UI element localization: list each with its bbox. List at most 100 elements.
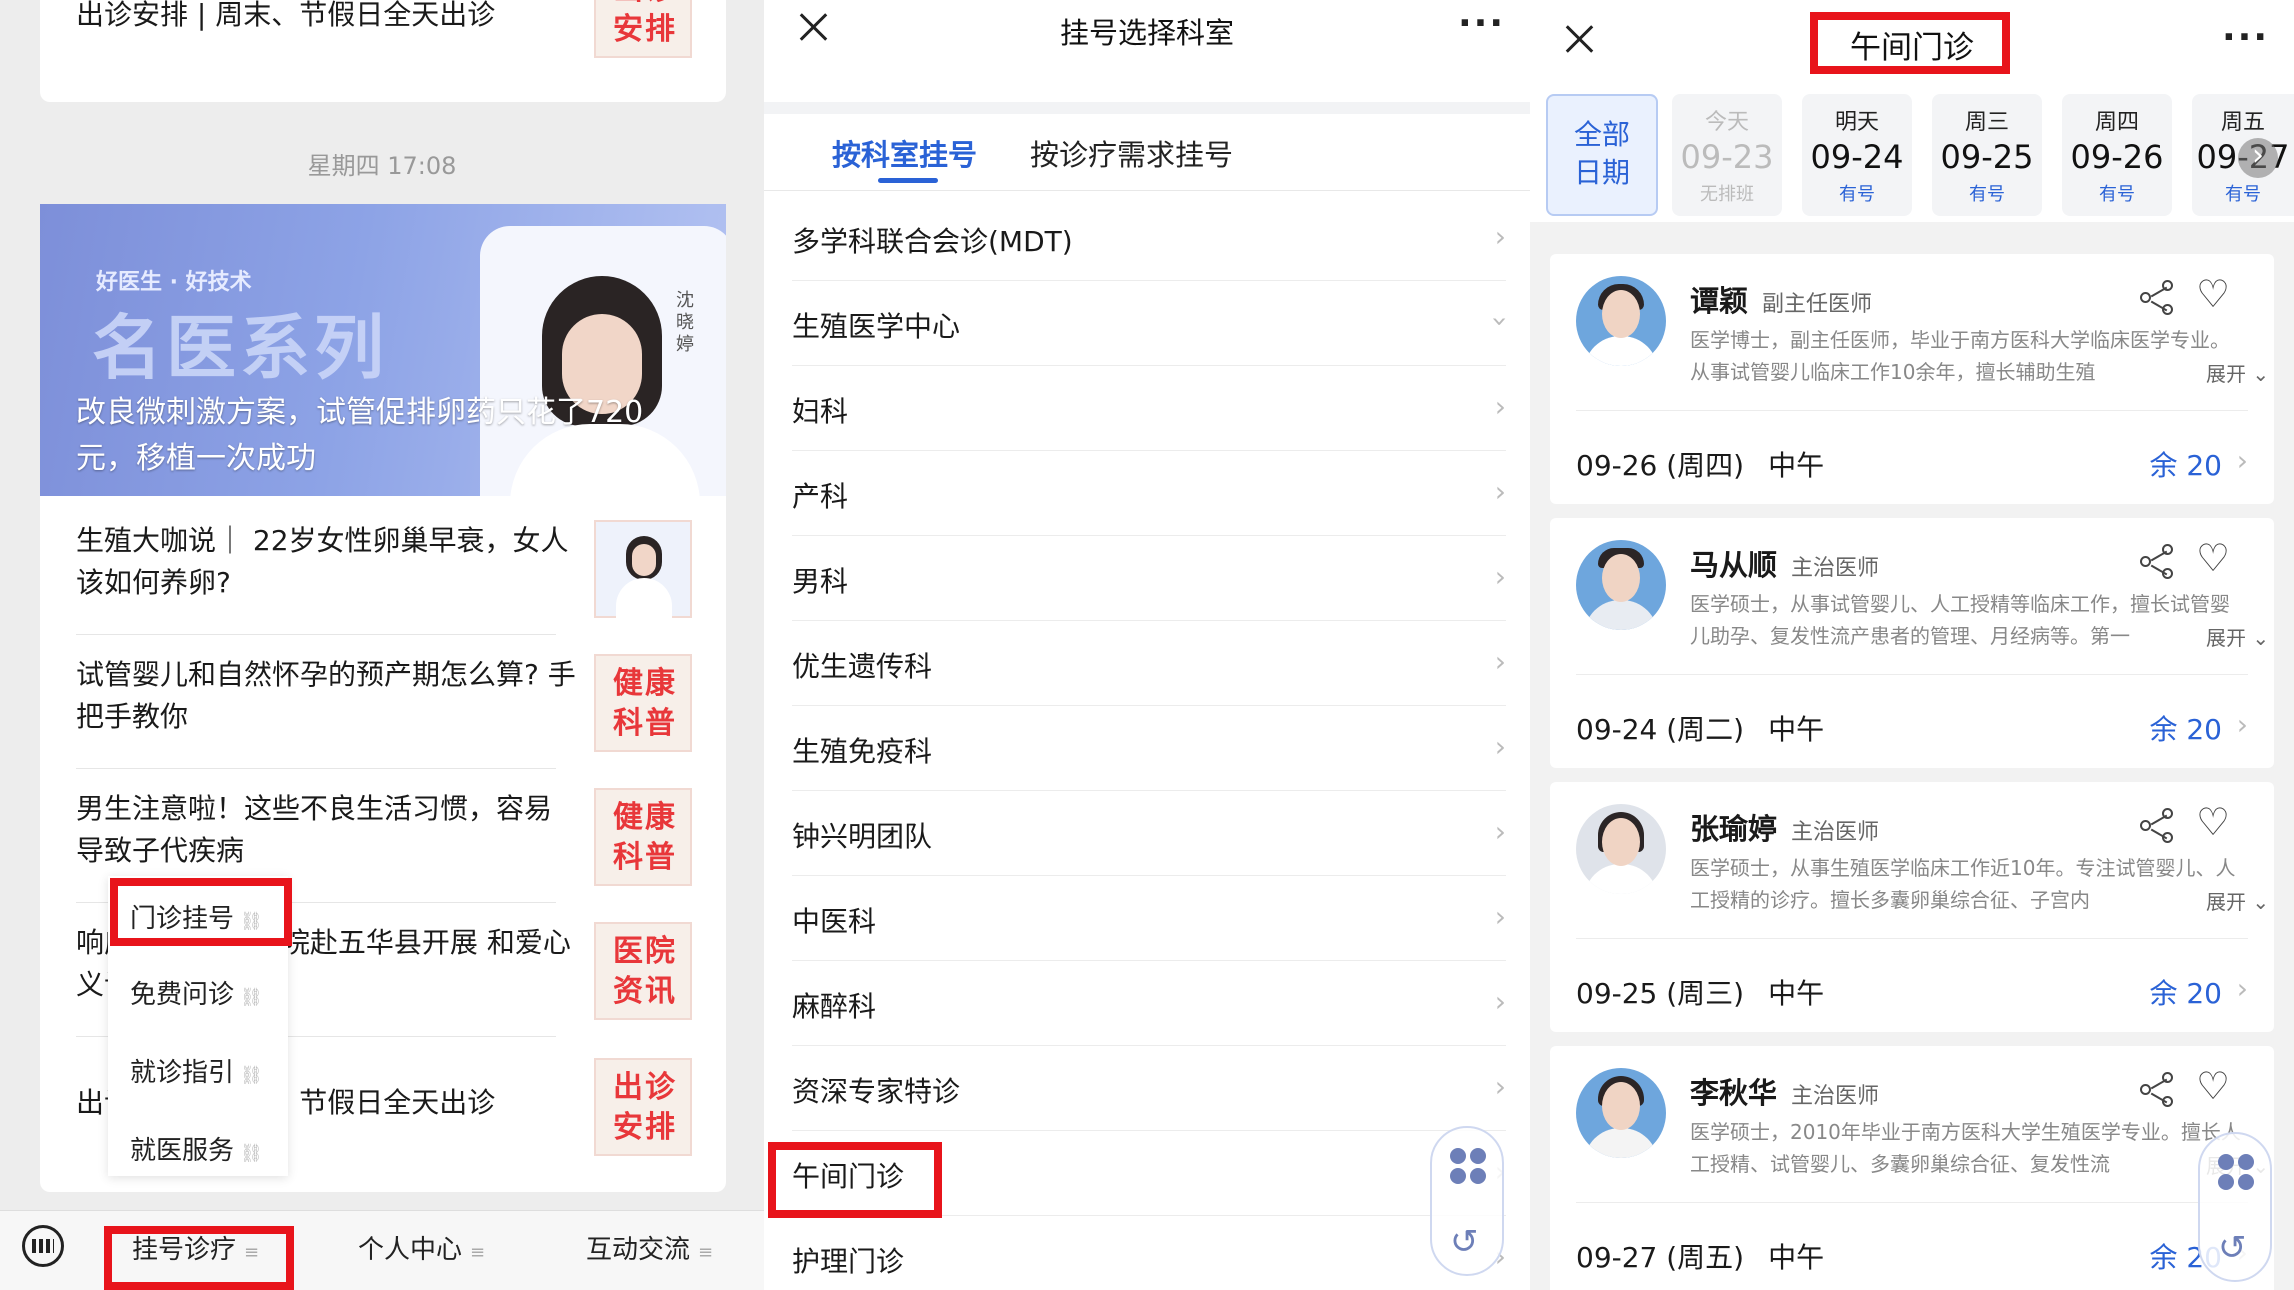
menu-lines-icon: ≡ — [698, 1242, 714, 1263]
nav-bar: 午间门诊 ··· — [1530, 0, 2294, 86]
popup-item-free-consult[interactable]: 免费问诊 ⛓ — [130, 974, 263, 1011]
avatar — [1576, 804, 1666, 894]
list-item[interactable]: 产科 › — [764, 451, 1530, 536]
banner-series-title: 名医系列 — [92, 307, 388, 389]
list-item[interactable]: 麻醉科 › — [764, 961, 1530, 1046]
list-item[interactable]: 资深专家特诊 › — [764, 1046, 1530, 1131]
menu-lines-icon: ≡ — [470, 1242, 486, 1263]
date-availability: 有号 — [2225, 184, 2261, 205]
doctor-description: 医学硕士，2010年毕业于南方医科大学生殖医学专业。擅长人工授精、试管婴儿、多囊… — [1690, 1120, 2241, 1176]
doctor-card[interactable]: 李秋华 主治医师 ♡ 医学硕士，2010年毕业于南方医科大学生殖医学专业。擅长人工… — [1550, 1046, 2274, 1290]
chevron-right-icon: › — [1494, 900, 1506, 933]
department-label: 男科 — [792, 565, 849, 598]
link-icon: ⛓ — [240, 987, 263, 1008]
page-title: 挂号选择科室 — [1059, 16, 1234, 50]
article-title: 出诊安排 | 周末、节假日全天出诊 — [76, 0, 496, 31]
keyboard-icon[interactable] — [22, 1225, 64, 1267]
menu-tab-interaction[interactable]: 互动交流 ≡ — [586, 1229, 713, 1266]
menu-lines-icon: ≡ — [244, 1242, 260, 1263]
chevron-right-icon: › — [1494, 1070, 1506, 1103]
thumb-stamp: 健康 科普 — [613, 666, 677, 741]
date-value: 09-24 — [1810, 138, 1904, 176]
more-icon[interactable]: ··· — [2222, 20, 2269, 56]
date-weekday: 周四 — [2094, 110, 2139, 135]
tabs-border — [764, 190, 1530, 191]
scroll-right-icon[interactable] — [2238, 138, 2278, 178]
link-icon: ⛓ — [240, 1065, 263, 1086]
thumb-stamp: 医院 资讯 — [613, 934, 677, 1009]
article-card-top[interactable]: 出诊安排 | 周末、节假日全天出诊 出诊 安排 — [40, 0, 726, 102]
department-label: 中医科 — [792, 905, 877, 938]
doctor-card[interactable]: 张瑜婷 主治医师 ♡ 医学硕士，从事生殖医学临床工作近10年。专注试管婴儿、人工授… — [1550, 782, 2274, 1032]
doctor-card[interactable]: 马从顺 主治医师 ♡ 医学硕士，从事试管婴儿、人工授精等临床工作，擅长试管婴儿助孕… — [1550, 518, 2274, 768]
expand-button[interactable]: 展开 ⌄ — [2202, 622, 2270, 651]
date-value: 09-26 — [2070, 138, 2164, 176]
menu-tab-label: 挂号诊疗 — [132, 1235, 237, 1265]
popup-item-outpatient-registration[interactable]: 门诊挂号 ⛓ — [130, 898, 263, 935]
department-panel: 挂号选择科室 ··· 按科室挂号 按诊疗需求挂号 多学科联合会诊(MDT) › 生… — [764, 0, 1530, 1290]
chevron-right-icon: › — [1494, 645, 1506, 678]
heart-icon[interactable]: ♡ — [2196, 538, 2230, 578]
menu-tab-registration[interactable]: 挂号诊疗 ≡ — [132, 1229, 259, 1266]
list-item[interactable]: 生殖免疫科 › — [764, 706, 1530, 791]
expand-label: 展开 — [2206, 362, 2246, 386]
tab-by-need[interactable]: 按诊疗需求挂号 — [1030, 132, 1233, 174]
share-icon[interactable] — [2140, 544, 2176, 580]
more-icon[interactable]: ··· — [1458, 6, 1505, 42]
slot-remaining[interactable]: 余 20 — [2149, 444, 2222, 484]
share-icon[interactable] — [2140, 808, 2176, 844]
date-cell-thu[interactable]: 周四 09-26 有号 — [2062, 94, 2172, 216]
share-icon[interactable] — [2140, 1072, 2176, 1108]
expand-button[interactable]: 展开 ⌄ — [2202, 886, 2270, 915]
list-item[interactable]: 中医科 › — [764, 876, 1530, 961]
popup-item-medical-service[interactable]: 就医服务 ⛓ — [130, 1130, 263, 1167]
popup-item-label: 免费问诊 — [130, 980, 235, 1010]
expand-button[interactable]: 展开 ⌄ — [2202, 358, 2270, 387]
menu-tab-personal-center[interactable]: 个人中心 ≡ — [358, 1229, 485, 1266]
slot-period: 中午 — [1768, 449, 1825, 482]
heart-icon[interactable]: ♡ — [2196, 274, 2230, 314]
date-cell-wed[interactable]: 周三 09-25 有号 — [1932, 94, 2042, 216]
department-label: 资深专家特诊 — [792, 1075, 961, 1108]
list-item[interactable]: 午间门诊› — [764, 1131, 1530, 1216]
doctor-name-text: 马从顺 — [1690, 548, 1778, 582]
avatar — [1576, 540, 1666, 630]
list-item[interactable]: 男科 › — [764, 536, 1530, 621]
article-title: 试管婴儿和自然怀孕的预产期怎么算? 手把手教你 — [76, 658, 576, 733]
popup-item-label: 就诊指引 — [130, 1058, 235, 1088]
chevron-right-icon: › — [2236, 444, 2248, 477]
tab-by-department[interactable]: 按科室挂号 — [832, 132, 977, 174]
date-all-button[interactable]: 全部 日期 — [1546, 94, 1658, 216]
slot-remaining[interactable]: 余 20 — [2149, 708, 2222, 748]
doctor-title: 主治医师 — [1791, 820, 1880, 845]
slot-remaining[interactable]: 余 20 — [2149, 972, 2222, 1012]
slot-date-text: 09-26 (周四) — [1576, 449, 1745, 482]
heart-icon[interactable]: ♡ — [2196, 1066, 2230, 1106]
doctor-title: 主治医师 — [1791, 1084, 1880, 1109]
list-item[interactable]: 优生遗传科 › — [764, 621, 1530, 706]
date-value: 09-23 — [1680, 138, 1774, 176]
heart-icon[interactable]: ♡ — [2196, 802, 2230, 842]
list-item[interactable]: 多学科联合会诊(MDT) › — [764, 196, 1530, 281]
clover-icon — [2218, 1154, 2256, 1192]
list-item[interactable]: 护理门诊 › — [764, 1216, 1530, 1290]
bottom-menu-bar: 挂号诊疗 ≡ 个人中心 ≡ 互动交流 ≡ — [0, 1210, 764, 1290]
list-item[interactable]: 生殖医学中心 › — [764, 281, 1530, 366]
list-item[interactable]: 妇科 › — [764, 366, 1530, 451]
featured-banner[interactable]: 沈晓婷 好医生 · 好技术 名医系列 改良微刺激方案，试管促排卵药只花了720元… — [40, 204, 726, 496]
floating-assistant-widget[interactable]: ↺ — [2198, 1132, 2272, 1282]
date-cell-today[interactable]: 今天 09-23 无排班 — [1672, 94, 1782, 216]
doctor-name: 张瑜婷 主治医师 — [1690, 806, 1879, 848]
popup-item-label: 就医服务 — [130, 1136, 235, 1166]
department-label: 生殖医学中心 — [792, 310, 961, 343]
thumb-stamp: 健康 科普 — [613, 800, 677, 875]
floating-assistant-widget[interactable]: ↺ — [1430, 1126, 1504, 1276]
popup-item-visit-guide[interactable]: 就诊指引 ⛓ — [130, 1052, 263, 1089]
date-availability: 无排班 — [1700, 184, 1754, 205]
share-icon[interactable] — [2140, 280, 2176, 316]
list-item[interactable]: 钟兴明团队 › — [764, 791, 1530, 876]
doctor-card[interactable]: 谭颖 副主任医师 ♡ 医学博士，副主任医师，毕业于南方医科大学临床医学专业。从事试… — [1550, 254, 2274, 504]
date-cell-tomorrow[interactable]: 明天 09-24 有号 — [1802, 94, 1912, 216]
article-thumb: 医院 资讯 — [594, 922, 692, 1020]
slot-period: 中午 — [1768, 1241, 1825, 1274]
